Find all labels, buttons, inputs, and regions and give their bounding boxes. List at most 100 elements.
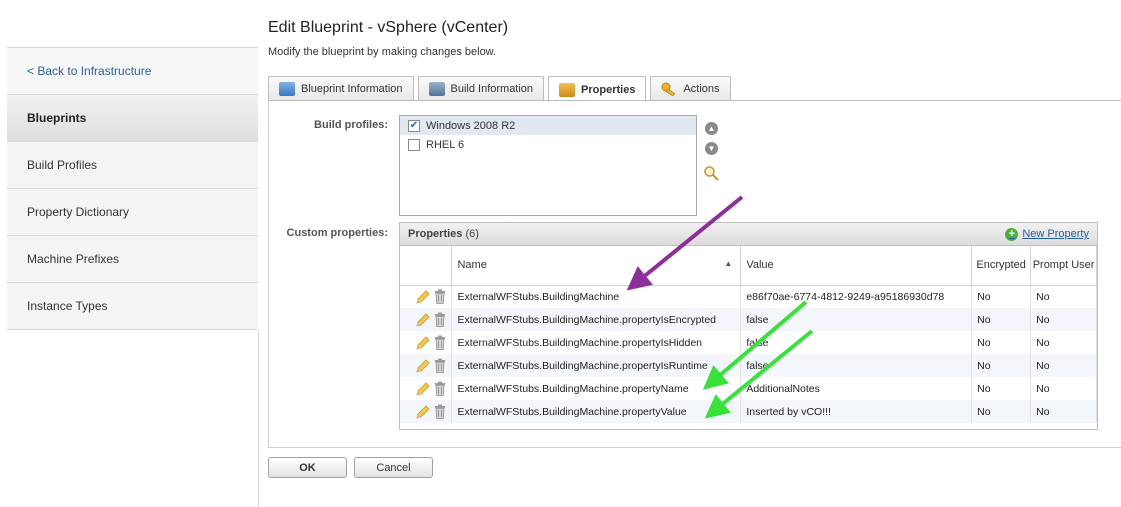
- row-actions: [400, 377, 453, 400]
- back-to-infrastructure-link[interactable]: < Back to Infrastructure: [7, 48, 258, 95]
- property-value-cell: e86f70ae-6774-4812-9249-a95186930d78: [740, 285, 973, 308]
- delete-trash-icon[interactable]: [434, 358, 446, 373]
- edit-pencil-icon[interactable]: [415, 335, 431, 350]
- tab-bar: Blueprint Information Build Information …: [268, 76, 731, 102]
- prompt-user-cell: No: [1030, 331, 1097, 354]
- delete-trash-icon[interactable]: [434, 289, 446, 305]
- row-actions: [400, 285, 453, 308]
- build-profiles-label: Build profiles:: [314, 119, 388, 131]
- page-title: Edit Blueprint - vSphere (vCenter): [268, 19, 509, 36]
- ok-button[interactable]: OK: [268, 457, 347, 478]
- encrypted-cell: No: [971, 308, 1032, 331]
- table-row[interactable]: ExternalWFStubs.BuildingMachine.property…: [400, 377, 1097, 400]
- property-name-cell: ExternalWFStubs.BuildingMachine.property…: [451, 377, 742, 400]
- blueprint-info-icon: [279, 82, 295, 96]
- magnifier-icon[interactable]: [703, 165, 719, 181]
- sort-ascending-icon: ▲: [724, 259, 733, 269]
- property-name-cell: ExternalWFStubs.BuildingMachine.property…: [451, 331, 742, 354]
- edit-pencil-icon[interactable]: [415, 381, 431, 396]
- encrypted-cell: No: [971, 400, 1032, 423]
- table-row[interactable]: ExternalWFStubs.BuildingMachine.property…: [400, 400, 1097, 423]
- new-property-label: New Property: [1022, 228, 1089, 240]
- properties-grid-header: Properties (6) + New Property: [400, 223, 1097, 246]
- row-actions: [400, 354, 453, 377]
- properties-grid: Properties (6) + New Property Name ▲ Valu…: [399, 222, 1098, 430]
- edit-pencil-icon[interactable]: [415, 312, 431, 327]
- tab-blueprint-information[interactable]: Blueprint Information: [268, 76, 414, 101]
- encrypted-cell: No: [971, 377, 1032, 400]
- table-row[interactable]: ExternalWFStubs.BuildingMachine.property…: [400, 331, 1097, 354]
- add-circle-icon: +: [1005, 227, 1019, 241]
- encrypted-cell: No: [971, 285, 1032, 308]
- sidebar-item-property-dictionary[interactable]: Property Dictionary: [7, 189, 258, 236]
- property-name-cell: ExternalWFStubs.BuildingMachine.property…: [451, 308, 742, 331]
- sidebar-item-instance-types[interactable]: Instance Types: [7, 283, 258, 330]
- edit-pencil-icon[interactable]: [415, 358, 431, 373]
- delete-trash-icon[interactable]: [434, 404, 446, 419]
- name-header-label: Name: [457, 259, 487, 272]
- property-value-cell: false: [740, 331, 973, 354]
- property-value-cell: Inserted by vCO!!!: [740, 400, 973, 423]
- row-actions: [400, 308, 453, 331]
- checkbox-checked[interactable]: ✔: [408, 119, 420, 132]
- sidebar-divider: [258, 330, 259, 507]
- properties-table: Name ▲ Value Encrypted Prompt User Extern…: [400, 246, 1097, 423]
- panel-border-left: [268, 100, 269, 447]
- edit-pencil-icon[interactable]: [415, 290, 431, 304]
- name-column-header[interactable]: Name ▲: [451, 246, 742, 286]
- row-actions: [400, 331, 453, 354]
- prompt-user-cell: No: [1030, 285, 1097, 308]
- tab-label: Blueprint Information: [301, 83, 403, 95]
- properties-icon: [559, 82, 576, 97]
- page-subtitle: Modify the blueprint by making changes b…: [268, 46, 497, 58]
- panel-border-bottom: [268, 447, 1121, 448]
- property-value-cell: AdditionalNotes: [740, 377, 973, 400]
- move-down-icon[interactable]: ▼: [705, 142, 718, 155]
- value-column-header[interactable]: Value: [740, 246, 973, 286]
- prompt-user-cell: No: [1030, 354, 1097, 377]
- sidebar-item-machine-prefixes[interactable]: Machine Prefixes: [7, 236, 258, 283]
- sidebar-item-blueprints[interactable]: Blueprints: [7, 95, 258, 142]
- build-profiles-list[interactable]: ✔ Windows 2008 R2 RHEL 6: [399, 115, 697, 216]
- prompt-user-cell: No: [1030, 308, 1097, 331]
- table-row[interactable]: ExternalWFStubs.BuildingMachine.property…: [400, 354, 1097, 377]
- table-row[interactable]: ExternalWFStubs.BuildingMachine e86f70ae-…: [400, 285, 1097, 308]
- table-header-row: Name ▲ Value Encrypted Prompt User: [400, 246, 1097, 286]
- build-profile-item[interactable]: ✔ Windows 2008 R2: [400, 116, 696, 135]
- properties-count: (6): [465, 228, 479, 240]
- sidebar-item-build-profiles[interactable]: Build Profiles: [7, 142, 258, 189]
- prompt-user-cell: No: [1030, 377, 1097, 400]
- build-profile-item[interactable]: RHEL 6: [400, 135, 696, 154]
- tab-label: Properties: [581, 83, 636, 96]
- tab-properties[interactable]: Properties: [548, 76, 647, 102]
- property-name-cell: ExternalWFStubs.BuildingMachine.property…: [451, 354, 742, 377]
- property-name-cell: ExternalWFStubs.BuildingMachine: [451, 285, 742, 308]
- cancel-button[interactable]: Cancel: [354, 457, 433, 478]
- property-name-cell: ExternalWFStubs.BuildingMachine.property…: [451, 400, 742, 423]
- prompt-user-column-header[interactable]: Prompt User: [1030, 246, 1097, 286]
- delete-trash-icon[interactable]: [434, 381, 446, 396]
- custom-properties-label: Custom properties:: [286, 227, 388, 239]
- prompt-user-cell: No: [1030, 400, 1097, 423]
- edit-pencil-icon[interactable]: [415, 404, 431, 419]
- actions-key-icon: [661, 82, 676, 96]
- property-value-cell: false: [740, 308, 973, 331]
- delete-trash-icon[interactable]: [434, 335, 446, 350]
- build-info-icon: [428, 82, 445, 96]
- checkbox-unchecked[interactable]: [408, 138, 420, 151]
- encrypted-cell: No: [971, 354, 1032, 377]
- properties-grid-title: Properties (6): [408, 228, 479, 240]
- tab-label: Actions: [683, 83, 720, 95]
- grid-title-text: Properties: [408, 228, 463, 240]
- table-row[interactable]: ExternalWFStubs.BuildingMachine.property…: [400, 308, 1097, 331]
- tab-build-information[interactable]: Build Information: [417, 76, 545, 101]
- property-value-cell: false: [740, 354, 973, 377]
- new-property-link[interactable]: + New Property: [1005, 227, 1089, 241]
- tab-underline: [268, 100, 1121, 101]
- build-profile-label: RHEL 6: [426, 138, 465, 151]
- move-up-icon[interactable]: ▲: [705, 122, 718, 135]
- encrypted-column-header[interactable]: Encrypted: [971, 246, 1032, 286]
- tab-actions[interactable]: Actions: [650, 76, 731, 101]
- tab-label: Build Information: [450, 83, 534, 95]
- delete-trash-icon[interactable]: [434, 312, 446, 327]
